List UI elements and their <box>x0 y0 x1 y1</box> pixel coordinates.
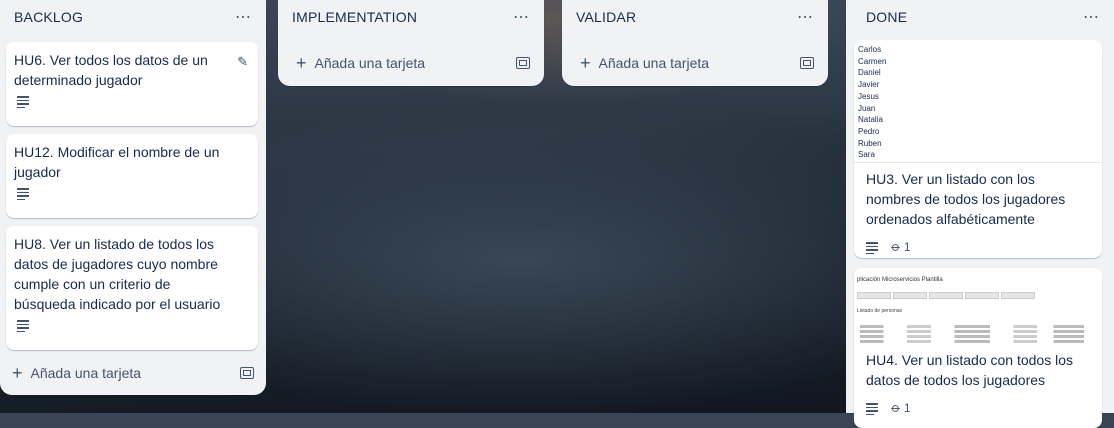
list-validar: VALIDAR ⋯ + Añada una tarjeta <box>562 0 828 86</box>
cover-name: Pedro <box>858 126 880 136</box>
template-icon[interactable] <box>240 367 254 379</box>
add-card-label: Añada una tarjeta <box>598 55 710 71</box>
card[interactable]: HU12. Modificar el nombre de un jugador <box>6 134 258 218</box>
card-badges: ⌀ 1 <box>854 229 1102 263</box>
list-done: DONE ⋯ Carlos Carmen Daniel Javier Jesus… <box>846 0 1114 428</box>
cover-name: Sara <box>858 150 875 160</box>
list-header: BACKLOG ⋯ <box>0 0 266 34</box>
cover-name: Natalia <box>858 115 883 125</box>
cover-subtitle: Listado de personas <box>857 308 903 314</box>
list-menu-icon[interactable]: ⋯ <box>235 7 252 27</box>
card[interactable]: HU8. Ver un listado de todos los datos d… <box>6 226 258 350</box>
description-icon <box>866 242 878 254</box>
list-menu-icon[interactable]: ⋯ <box>797 7 814 27</box>
list-header: IMPLEMENTATION ⋯ <box>278 0 544 34</box>
add-card-button[interactable]: + Añada una tarjeta <box>278 46 544 80</box>
attachment-badge: ⌀ 1 <box>888 398 911 418</box>
cover-name: Carmen <box>858 56 887 66</box>
list-header: VALIDAR ⋯ <box>562 0 828 34</box>
list-menu-icon[interactable]: ⋯ <box>513 7 530 27</box>
cover-name: Daniel <box>858 68 881 78</box>
paperclip-icon: ⌀ <box>888 238 905 255</box>
template-icon[interactable] <box>516 57 530 69</box>
list-header: DONE ⋯ <box>846 0 1114 34</box>
template-icon[interactable] <box>800 57 814 69</box>
card-title: HU6. Ver todos los datos de un determina… <box>14 52 208 88</box>
cover-table <box>854 325 1102 344</box>
attachment-badge: ⌀ 1 <box>888 237 911 257</box>
list-menu-icon[interactable]: ⋯ <box>1083 7 1100 27</box>
card[interactable]: Carlos Carmen Daniel Javier Jesus Juan N… <box>854 40 1102 258</box>
add-card-label: Añada una tarjeta <box>314 55 426 71</box>
attachment-count: 1 <box>903 401 911 415</box>
list-title[interactable]: BACKLOG <box>14 9 83 25</box>
list-title[interactable]: IMPLEMENTATION <box>292 9 417 25</box>
cover-title: plicación Microservicios Plantilla <box>857 277 943 283</box>
plus-icon: + <box>12 363 23 383</box>
edit-icon[interactable]: ✎ <box>237 52 248 72</box>
card-badges: ⌀ 1 <box>854 390 1102 424</box>
plus-icon: + <box>296 53 307 73</box>
plus-icon: + <box>580 53 591 73</box>
cover-name: Juan <box>858 103 876 113</box>
list-implementation: IMPLEMENTATION ⋯ + Añada una tarjeta <box>278 0 544 86</box>
list-backlog: BACKLOG ⋯ HU6. Ver todos los datos de un… <box>0 0 266 395</box>
card-title: HU8. Ver un listado de todos los datos d… <box>14 236 221 312</box>
list-title[interactable]: DONE <box>866 9 907 25</box>
cover-tabs <box>854 292 1102 299</box>
card-title: HU3. Ver un listado con los nombres de t… <box>866 171 1066 227</box>
description-icon <box>17 96 29 108</box>
add-card-button[interactable]: + Añada una tarjeta <box>562 46 828 80</box>
card[interactable]: plicación Microservicios Plantilla Lista… <box>854 268 1102 428</box>
cover-name: Jesus <box>858 91 879 101</box>
description-icon <box>866 403 878 415</box>
card[interactable]: HU6. Ver todos los datos de un determina… <box>6 42 258 126</box>
card-cover: Carlos Carmen Daniel Javier Jesus Juan N… <box>854 40 1102 163</box>
attachment-count: 1 <box>903 240 911 254</box>
description-icon <box>17 320 29 332</box>
cover-name: Ruben <box>858 138 882 148</box>
cover-name: Carlos <box>858 45 882 54</box>
description-icon <box>17 188 29 200</box>
card-title: HU12. Modificar el nombre de un jugador <box>14 144 220 180</box>
cover-name: Javier <box>858 80 880 90</box>
card-cover: plicación Microservicios Plantilla Lista… <box>854 268 1102 344</box>
add-card-label: Añada una tarjeta <box>30 365 142 381</box>
paperclip-icon: ⌀ <box>888 399 905 416</box>
add-card-button[interactable]: + Añada una tarjeta <box>0 356 266 390</box>
list-title[interactable]: VALIDAR <box>576 9 636 25</box>
